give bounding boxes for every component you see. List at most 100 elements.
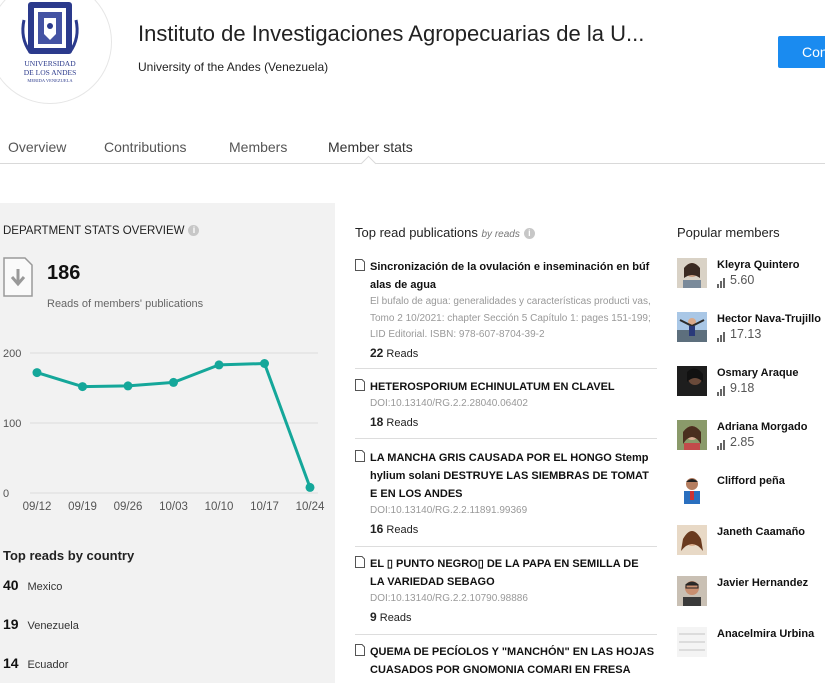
publication-reads: 18 Reads [370, 415, 655, 429]
connect-button[interactable]: Con [778, 36, 825, 68]
publication-title[interactable]: EL ▯ PUNTO NEGRO▯ DE LA PAPA EN SEMILLA … [370, 555, 655, 591]
x-tick-label: 10/17 [250, 501, 279, 513]
member-score-value: 17.13 [730, 327, 762, 341]
avatar[interactable] [677, 258, 707, 288]
stats-overview-title: DEPARTMENT STATS OVERVIEW [3, 225, 185, 237]
publication-meta: DOI:10.13140/RG.2.2.10790.98886 [370, 593, 528, 604]
member-name[interactable]: Anacelmira Urbina [717, 628, 814, 640]
country-name: Venezuela [27, 620, 79, 632]
logo-text-line1: UNIVERSIDAD [24, 59, 76, 68]
document-icon [355, 556, 365, 568]
x-tick-label: 09/12 [23, 501, 52, 513]
country-count: 40 [3, 577, 19, 593]
total-reads-label: Reads of members' publications [47, 298, 204, 310]
country-row: 14 Ecuador [3, 655, 68, 673]
member-score-value: 5.60 [730, 273, 755, 287]
tabs-divider [0, 163, 825, 164]
reads-word: Reads [386, 523, 419, 536]
publication-item: Sincronización de la ovulación e insemin… [355, 258, 655, 360]
top-reads-by-country-title: Top reads by country [3, 548, 135, 563]
avatar[interactable] [677, 312, 707, 342]
publication-item: LA MANCHA GRIS CAUSADA POR EL HONGO Stem… [355, 449, 655, 536]
publication-item: QUEMA DE PECÍOLOS Y "MANCHÓN" EN LAS HOJ… [355, 643, 655, 679]
publication-item: HETEROSPORIUM ECHINULATUM EN CLAVEL DOI:… [355, 378, 655, 429]
tab-overview[interactable]: Overview [8, 139, 66, 155]
avatar[interactable] [677, 576, 707, 606]
avatar[interactable] [677, 627, 707, 657]
publication-item: EL ▯ PUNTO NEGRO▯ DE LA PAPA EN SEMILLA … [355, 555, 655, 624]
publications-sort-label: by reads [481, 229, 520, 240]
stats-bars-icon [717, 274, 726, 288]
member-score: 2.85 [717, 435, 754, 450]
x-tick-label: 10/10 [205, 501, 234, 513]
country-row: 19 Venezuela [3, 616, 79, 634]
y-tick-label: 0 [3, 488, 9, 500]
data-point [169, 377, 178, 387]
member-name[interactable]: Kleyra Quintero [717, 259, 800, 271]
data-point [305, 482, 315, 492]
stats-bars-icon [717, 436, 726, 450]
logo-text-line3: MERIDA VENEZUELA [27, 78, 73, 83]
logo-text-line2: DE LOS ANDES [24, 68, 77, 77]
stats-bars-icon [717, 382, 726, 396]
member-name[interactable]: Javier Hernandez [717, 577, 808, 589]
avatar[interactable] [677, 366, 707, 396]
reads-line-chart: 0 100 200 09/12 09/19 09/26 10/03 10/10 10/17 10/… [3, 348, 325, 513]
x-tick-label: 09/19 [68, 501, 97, 513]
publication-reads: 16 Reads [370, 522, 655, 536]
member-score: 5.60 [717, 273, 754, 288]
country-row: 40 Mexico [3, 577, 62, 595]
university-name[interactable]: University of the Andes (Venezuela) [138, 60, 328, 74]
reads-word: Reads [386, 416, 419, 429]
data-point [123, 381, 133, 391]
document-icon [355, 259, 365, 271]
publication-meta: DOI:10.13140/RG.2.2.11891.99369 [370, 505, 528, 516]
member-name[interactable]: Adriana Morgado [717, 421, 807, 433]
document-icon [355, 450, 365, 462]
y-tick-label: 100 [3, 418, 21, 430]
publication-title[interactable]: QUEMA DE PECÍOLOS Y "MANCHÓN" EN LAS HOJ… [370, 643, 655, 679]
university-logo: UNIVERSIDAD DE LOS ANDES MERIDA VENEZUEL… [21, 2, 79, 83]
member-name[interactable]: Hector Nava-Trujillo [717, 313, 821, 325]
tab-members[interactable]: Members [229, 139, 287, 155]
stats-overview-heading: DEPARTMENT STATS OVERVIEW i [3, 225, 200, 237]
avatar[interactable] [677, 474, 707, 504]
tab-member-stats[interactable]: Member stats [328, 139, 413, 155]
reads-count: 22 [370, 345, 384, 360]
reads-word: Reads [386, 347, 419, 360]
reads-count: 9 [370, 609, 377, 624]
publication-title[interactable]: HETEROSPORIUM ECHINULATUM EN CLAVEL [370, 378, 655, 396]
publication-meta: El bufalo de agua: generalidades y carac… [370, 296, 651, 340]
reads-count: 16 [370, 521, 384, 536]
data-point [32, 368, 42, 378]
popular-members-title: Popular members [677, 225, 780, 240]
info-icon[interactable]: i [523, 228, 535, 240]
x-tick-label: 10/24 [296, 501, 325, 513]
reads-word: Reads [379, 611, 412, 624]
member-score-value: 2.85 [730, 435, 755, 449]
publication-title[interactable]: LA MANCHA GRIS CAUSADA POR EL HONGO Stem… [370, 449, 655, 503]
info-icon[interactable]: i [188, 225, 200, 237]
data-point [78, 382, 87, 392]
x-tick-label: 09/26 [114, 501, 143, 513]
member-name[interactable]: Janeth Caamaño [717, 526, 805, 538]
publication-meta: DOI:10.13140/RG.2.2.28040.06402 [370, 398, 528, 409]
tab-contributions[interactable]: Contributions [104, 139, 187, 155]
document-icon [355, 379, 365, 391]
country-count: 19 [3, 616, 19, 632]
publication-title[interactable]: Sincronización de la ovulación e insemin… [370, 258, 655, 294]
active-tab-indicator [360, 155, 377, 172]
data-point [214, 360, 224, 370]
publications-title: Top read publications [355, 225, 478, 240]
member-score-value: 9.18 [730, 381, 755, 395]
divider [355, 368, 657, 369]
publication-reads: 9 Reads [370, 610, 655, 624]
country-name: Ecuador [27, 659, 69, 671]
country-count: 14 [3, 655, 19, 671]
top-read-publications-heading: Top read publications by reads i [355, 225, 535, 240]
member-name[interactable]: Clifford peña [717, 475, 785, 487]
avatar[interactable] [677, 525, 707, 555]
member-name[interactable]: Osmary Araque [717, 367, 799, 379]
avatar[interactable] [677, 420, 707, 450]
member-score: 9.18 [717, 381, 754, 396]
